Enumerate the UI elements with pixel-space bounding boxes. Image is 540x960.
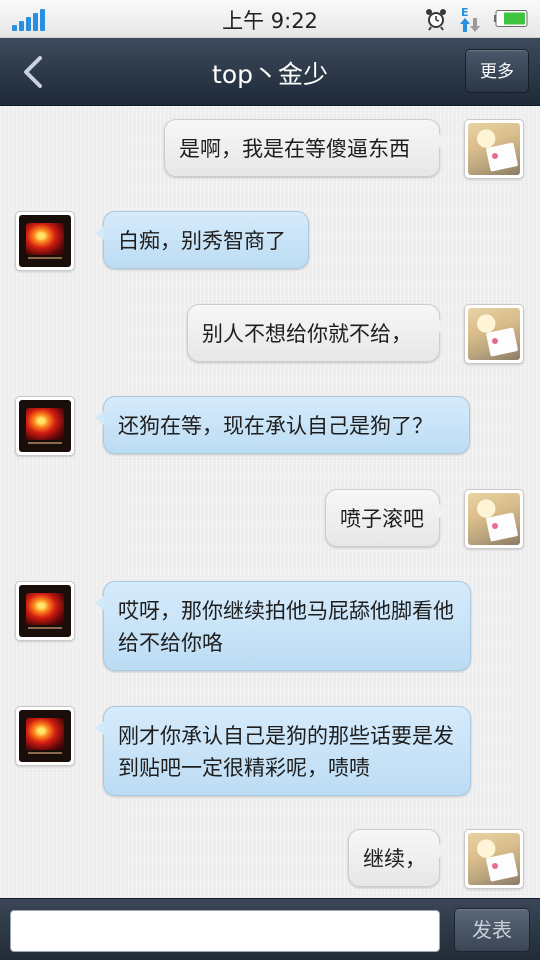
avatar-image — [19, 215, 71, 267]
contact-avatar[interactable] — [15, 581, 75, 641]
message-bubble-incoming[interactable]: 哎呀，那你继续拍他马屁舔他脚看他给不给你咯 — [95, 581, 471, 671]
message-bubble-outgoing[interactable]: 喷子滚吧 — [325, 489, 448, 547]
message-composer: 发表 — [0, 898, 540, 960]
send-button[interactable]: 发表 — [454, 908, 530, 952]
alarm-clock-icon — [426, 9, 446, 31]
message-bubble-outgoing[interactable]: 继续， — [348, 829, 448, 887]
self-avatar[interactable] — [464, 489, 524, 549]
more-button[interactable]: 更多 — [465, 49, 529, 93]
message-text: 继续， — [363, 847, 426, 871]
chat-message-list[interactable]: 是啊，我是在等傻逼东西 白痴，别秀智商了 别人不想给你就不给， 还狗在等，现在承… — [0, 106, 540, 898]
contact-avatar[interactable] — [15, 211, 75, 271]
message-bubble-incoming[interactable]: 白痴，别秀智商了 — [95, 211, 309, 269]
message-text: 别人不想给你就不给， — [202, 322, 412, 346]
avatar-image — [468, 493, 520, 545]
chevron-left-icon — [24, 56, 42, 88]
avatar-image — [19, 710, 71, 762]
self-avatar[interactable] — [464, 119, 524, 179]
back-button[interactable] — [8, 46, 60, 98]
message-text: 喷子滚吧 — [340, 507, 424, 531]
status-bar: 上午 9:22 E — [0, 0, 540, 38]
self-avatar[interactable] — [464, 304, 524, 364]
message-input[interactable] — [10, 910, 440, 952]
svg-text:E: E — [461, 6, 469, 19]
message-text: 还狗在等，现在承认自己是狗了？ — [118, 414, 433, 438]
message-text: 哎呀，那你继续拍他马屁舔他脚看他给不给你咯 — [118, 599, 454, 655]
avatar-image — [468, 123, 520, 175]
message-text: 是啊，我是在等傻逼东西 — [179, 137, 410, 161]
message-bubble-outgoing[interactable]: 别人不想给你就不给， — [187, 304, 448, 362]
message-bubble-outgoing[interactable]: 是啊，我是在等傻逼东西 — [164, 119, 448, 177]
chat-title: top丶金少 — [212, 60, 328, 89]
edge-data-icon: E — [460, 6, 480, 32]
message-text: 白痴，别秀智商了 — [118, 229, 286, 253]
self-avatar[interactable] — [464, 829, 524, 889]
message-text: 刚才你承认自己是狗的那些话要是发到贴吧一定很精彩呢，啧啧 — [118, 724, 454, 780]
avatar-image — [19, 585, 71, 637]
battery-icon — [494, 10, 528, 27]
contact-avatar[interactable] — [15, 396, 75, 456]
avatar-image — [19, 400, 71, 452]
avatar-image — [468, 833, 520, 885]
message-bubble-incoming[interactable]: 还狗在等，现在承认自己是狗了？ — [95, 396, 470, 454]
avatar-image — [468, 308, 520, 360]
message-bubble-incoming[interactable]: 刚才你承认自己是狗的那些话要是发到贴吧一定很精彩呢，啧啧 — [95, 706, 471, 796]
contact-avatar[interactable] — [15, 706, 75, 766]
title-bar: top丶金少 更多 — [0, 38, 540, 106]
